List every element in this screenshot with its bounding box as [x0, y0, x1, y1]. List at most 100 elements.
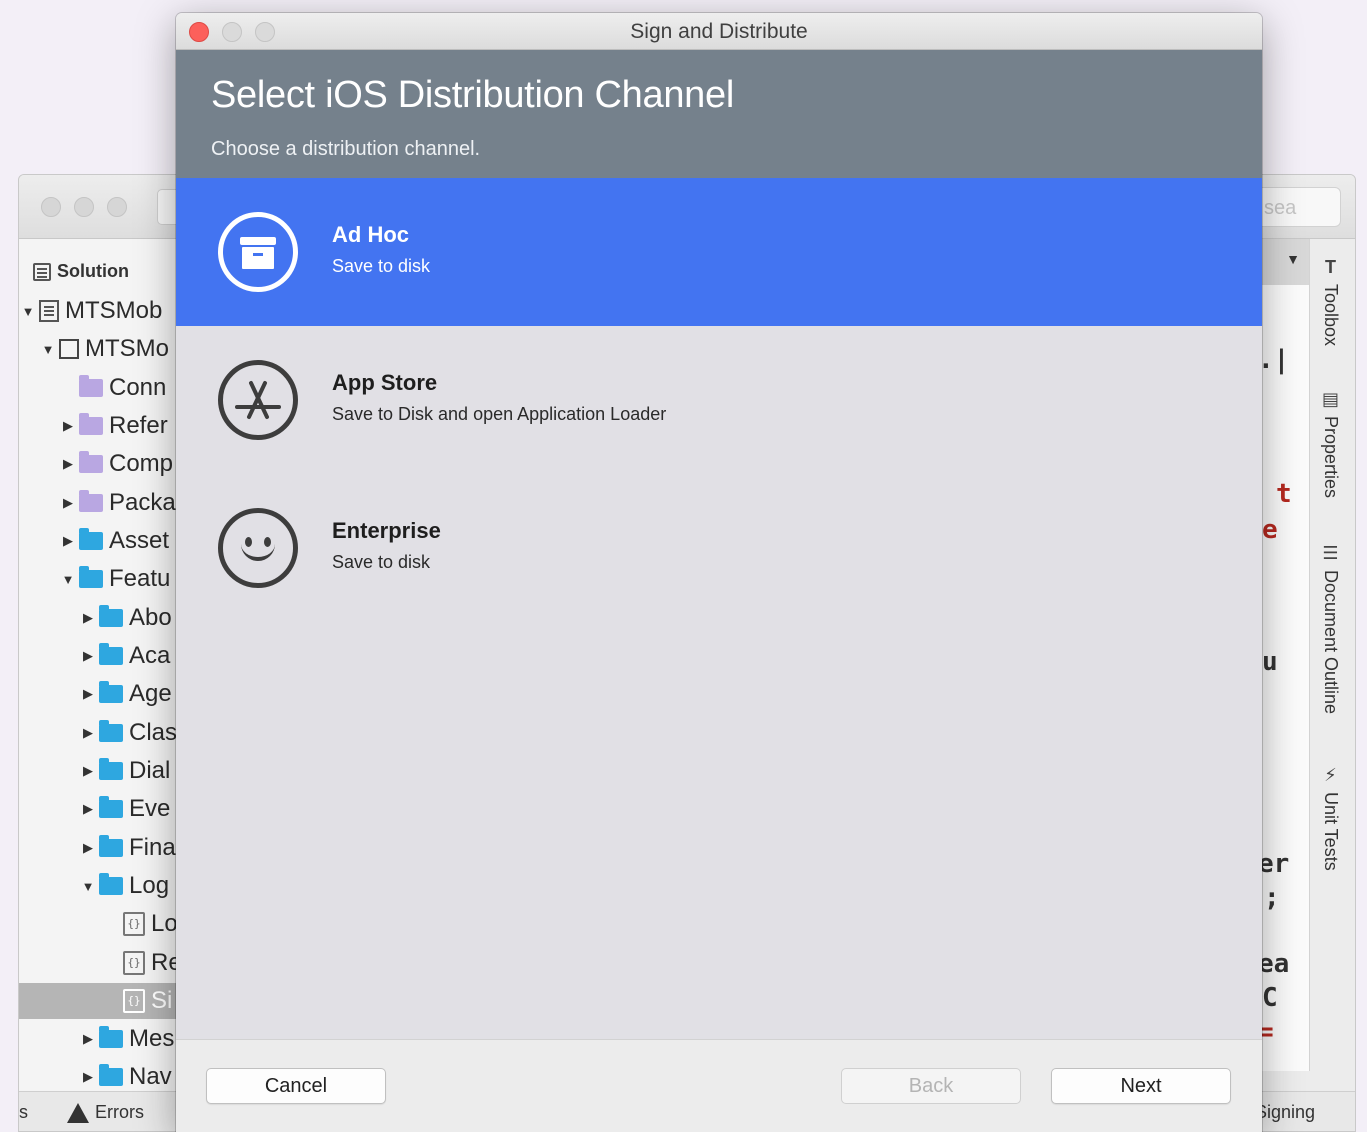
tree-item[interactable]: ▼ Log [81, 868, 169, 904]
disclosure-collapsed-icon[interactable]: ▶ [81, 725, 95, 741]
disclosure-expanded-icon[interactable]: ▼ [81, 879, 95, 894]
tree-item-label: Clas [129, 719, 178, 746]
code-fragment: ; [1264, 883, 1280, 913]
close-button[interactable] [189, 22, 209, 42]
app-store-icon [218, 360, 298, 440]
disclosure-collapsed-icon[interactable]: ▶ [61, 533, 75, 549]
code-nav-dropdown[interactable]: ▼ [1258, 239, 1310, 285]
folder-icon [99, 758, 123, 780]
tree-item-selected[interactable]: {} Si [19, 983, 179, 1019]
tab-label: Unit Tests [1321, 792, 1341, 871]
tree-item[interactable]: ▶ Comp [61, 446, 173, 482]
tree-item[interactable]: ▼ Featu [61, 561, 171, 597]
solution-pad: Solution ▼ MTSMob ▼ MTSMo Conn ▶ Refer ▶… [19, 239, 182, 1131]
disclosure-collapsed-icon[interactable]: ▶ [81, 763, 95, 779]
disclosure-collapsed-icon[interactable]: ▶ [81, 610, 95, 626]
folder-icon [99, 720, 123, 742]
channel-description: Save to disk [332, 256, 431, 276]
errors-label: Errors [95, 1102, 144, 1122]
dialog-footer: Cancel Back Next [176, 1039, 1262, 1132]
cancel-button[interactable]: Cancel [206, 1068, 386, 1104]
zoom-button[interactable] [255, 22, 275, 42]
dialog-header: Select iOS Distribution Channel Choose a… [176, 50, 1262, 178]
tree-item-label: Aca [129, 642, 171, 669]
minimize-button[interactable] [222, 22, 242, 42]
tab-properties[interactable]: ▤ Properties [1320, 389, 1341, 498]
errors-pad-button[interactable]: Errors [67, 1102, 144, 1123]
tree-item-label: Asset [109, 527, 170, 554]
components-folder-icon [79, 451, 103, 473]
references-folder-icon [79, 413, 103, 435]
tree-item[interactable]: ▶ Aca [81, 638, 170, 674]
disclosure-expanded-icon[interactable]: ▼ [41, 342, 55, 357]
tree-item[interactable]: ▶ Eve [81, 791, 170, 827]
folder-icon [99, 796, 123, 818]
tree-item-label: Si [151, 987, 173, 1014]
channel-app-store[interactable]: App Store Save to Disk and open Applicat… [176, 326, 1262, 474]
tab-toolbox[interactable]: T Toolbox [1320, 257, 1341, 346]
tree-item-label: Featu [109, 565, 171, 592]
tree-item[interactable]: ▶ Age [81, 676, 172, 712]
tab-unit-tests[interactable]: ⚡ Unit Tests [1320, 765, 1341, 871]
channel-name: Ad Hoc [332, 222, 409, 247]
ide-close-button[interactable] [41, 197, 61, 217]
tree-item[interactable]: ▶ Asset [61, 523, 169, 559]
ide-zoom-button[interactable] [107, 197, 127, 217]
channel-name: Enterprise [332, 518, 441, 543]
tree-item-label: Age [129, 680, 172, 707]
disclosure-collapsed-icon[interactable]: ▶ [81, 1069, 95, 1085]
tree-item-label: Lo [151, 910, 178, 937]
disclosure-collapsed-icon[interactable]: ▶ [81, 1031, 95, 1047]
tab-label: Document Outline [1321, 570, 1341, 715]
folder-icon [99, 605, 123, 627]
tree-item[interactable]: ▶ Refer [61, 408, 168, 444]
page-subtitle: Choose a distribution channel. [211, 138, 481, 160]
packages-folder-icon [79, 490, 103, 512]
tree-item[interactable]: ▶ Dial [81, 753, 170, 789]
tree-item-label: Fina [129, 834, 176, 861]
code-file-icon: {} [123, 989, 145, 1013]
code-fragment: C [1262, 983, 1278, 1013]
tree-item[interactable]: ▼ MTSMo [41, 331, 169, 367]
disclosure-expanded-icon[interactable]: ▼ [21, 304, 35, 319]
disclosure-collapsed-icon[interactable]: ▶ [61, 456, 75, 472]
disclosure-collapsed-icon[interactable]: ▶ [81, 801, 95, 817]
smiley-icon [218, 508, 298, 588]
status-fragment[interactable]: s [19, 1102, 28, 1123]
channel-description: Save to disk [332, 552, 431, 572]
tree-item[interactable]: Conn [61, 370, 166, 406]
tree-item-label: Comp [109, 450, 174, 477]
tree-item[interactable]: ▶ Clas [81, 715, 177, 751]
disclosure-collapsed-icon[interactable]: ▶ [61, 495, 75, 511]
disclosure-collapsed-icon[interactable]: ▶ [81, 648, 95, 664]
tree-item-label: Packa [109, 489, 176, 516]
tree-item[interactable]: ▶ Fina [81, 830, 176, 866]
ide-search-input[interactable]: sea [1249, 187, 1341, 227]
ide-minimize-button[interactable] [74, 197, 94, 217]
disclosure-collapsed-icon[interactable]: ▶ [81, 840, 95, 856]
dialog-titlebar: Sign and Distribute [176, 13, 1262, 50]
code-editor[interactable]: ▼ .| t e u er ; ea C = [1257, 239, 1310, 1071]
tree-item[interactable]: ▶ Packa [61, 485, 176, 521]
tree-item[interactable]: ▼ MTSMob [21, 293, 163, 329]
signing-status[interactable]: Signing [1255, 1102, 1315, 1123]
disclosure-collapsed-icon[interactable]: ▶ [61, 418, 75, 434]
tab-document-outline[interactable]: ☰ Document Outline [1320, 543, 1341, 714]
solution-icon [39, 300, 59, 322]
tree-item[interactable]: ▶ Nav [81, 1059, 172, 1095]
channel-ad-hoc[interactable]: Ad Hoc Save to disk [176, 178, 1262, 326]
disclosure-expanded-icon[interactable]: ▼ [61, 572, 75, 587]
tree-item[interactable]: {} Re [105, 945, 182, 981]
tree-item[interactable]: ▶ Abo [81, 600, 172, 636]
tree-item[interactable]: ▶ Mes [81, 1021, 174, 1057]
tree-item[interactable]: {} Lo [105, 906, 178, 942]
next-button[interactable]: Next [1051, 1068, 1231, 1104]
code-fragment: u [1262, 647, 1278, 677]
back-button[interactable]: Back [841, 1068, 1021, 1104]
warning-icon [67, 1102, 89, 1123]
tree-item-label: Conn [109, 374, 167, 401]
channel-enterprise[interactable]: Enterprise Save to disk [176, 474, 1262, 622]
tree-item-label: Nav [129, 1063, 172, 1090]
disclosure-collapsed-icon[interactable]: ▶ [81, 686, 95, 702]
folder-icon [99, 643, 123, 665]
